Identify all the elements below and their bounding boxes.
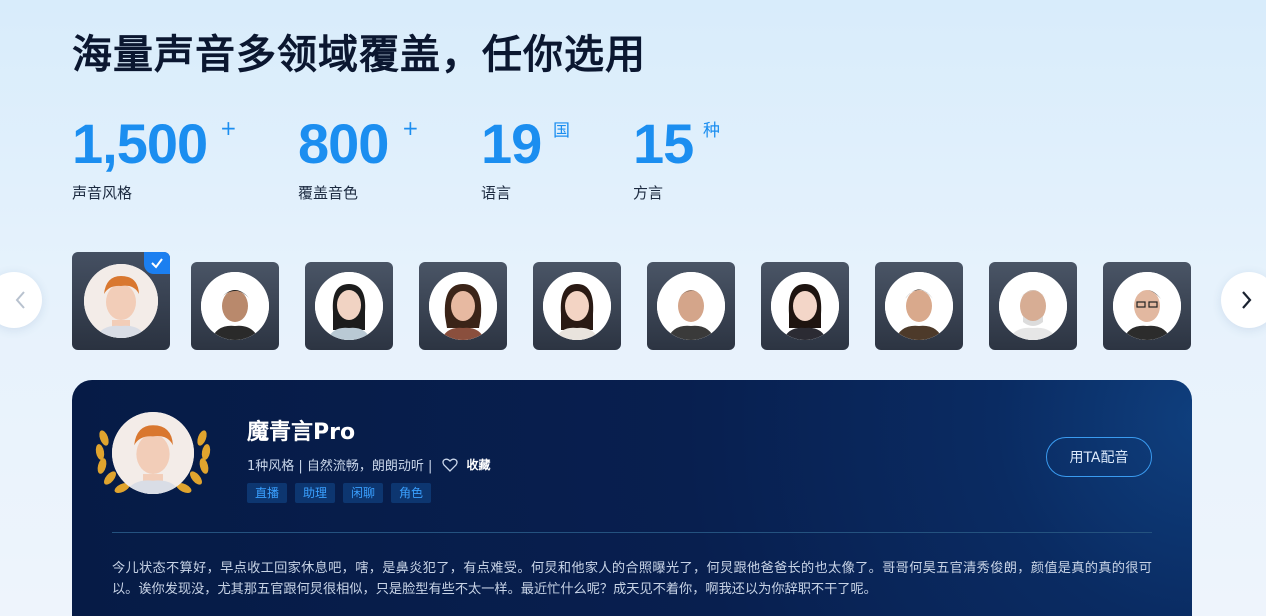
voice-avatar [885,272,953,340]
tag-character[interactable]: 角色 [391,483,432,503]
sample-text: 今儿状态不算好，早点收工回家休息吧，嗐，是鼻炎犯了，有点难受。何炅和他家人的合照… [112,561,1152,597]
stat-number: 15 [633,112,694,175]
favorite-label: 收藏 [466,458,491,472]
page-headline: 海量声音多领域覆盖，任你选用 [72,32,646,78]
stat-languages: 19 国 语言 [481,112,570,202]
chevron-left-icon [15,291,25,309]
stat-dialects: 15 种 方言 [633,112,720,202]
voice-card[interactable] [647,262,735,350]
stat-suffix: + [402,116,419,140]
carousel-next-button[interactable] [1221,272,1266,328]
use-voice-button[interactable]: 用TA配音 [1046,437,1152,477]
voice-card[interactable] [533,262,621,350]
heart-icon [442,458,459,472]
stat-label: 覆盖音色 [298,184,359,202]
voice-detail-panel: 魔青言Pro 1种风格 | 自然流畅，朗朗动听 | 收藏 直播 助理 闲聊 角色… [72,380,1192,616]
voice-card[interactable] [989,262,1077,350]
stat-label: 方言 [633,184,664,202]
stat-timbres: 800 + 覆盖音色 [298,112,419,202]
voice-avatar [657,272,725,340]
carousel-prev-button[interactable] [0,272,42,328]
voice-name: 魔青言Pro [247,420,356,445]
stat-suffix: + [220,116,237,140]
stat-number: 19 [481,112,542,175]
stat-label: 语言 [481,184,512,202]
stat-number: 1,500 [72,112,208,175]
stat-suffix: 国 [553,121,570,141]
voice-avatar [999,272,1067,340]
voice-card[interactable] [305,262,393,350]
selected-voice-avatar [112,412,194,494]
voice-card[interactable] [1103,262,1191,350]
voice-card[interactable] [419,262,507,350]
voice-meta-text: 1种风格 | 自然流畅，朗朗动听 | [247,459,433,474]
divider [112,532,1152,533]
tag-assistant[interactable]: 助理 [295,483,336,503]
voice-card[interactable] [191,262,279,350]
voice-avatar [771,272,839,340]
voice-card[interactable] [875,262,963,350]
voice-card-selected[interactable] [72,252,170,350]
selected-check-icon [144,252,170,274]
voice-avatar [201,272,269,340]
stat-label: 声音风格 [72,184,133,202]
voice-tags: 直播 助理 闲聊 角色 [247,483,432,503]
voice-card[interactable] [761,262,849,350]
voice-avatar [429,272,497,340]
stat-voice-styles: 1,500 + 声音风格 [72,112,237,202]
voice-meta: 1种风格 | 自然流畅，朗朗动听 | 收藏 [247,455,490,474]
tag-livestream[interactable]: 直播 [247,483,288,503]
stat-suffix: 种 [703,121,720,141]
voice-avatar [543,272,611,340]
voice-avatar [315,272,383,340]
voice-avatar [1113,272,1181,340]
tag-chat[interactable]: 闲聊 [343,483,384,503]
chevron-right-icon [1242,291,1252,309]
voice-avatar [84,264,158,338]
stat-number: 800 [298,112,389,175]
favorite-button[interactable]: 收藏 [442,456,490,473]
